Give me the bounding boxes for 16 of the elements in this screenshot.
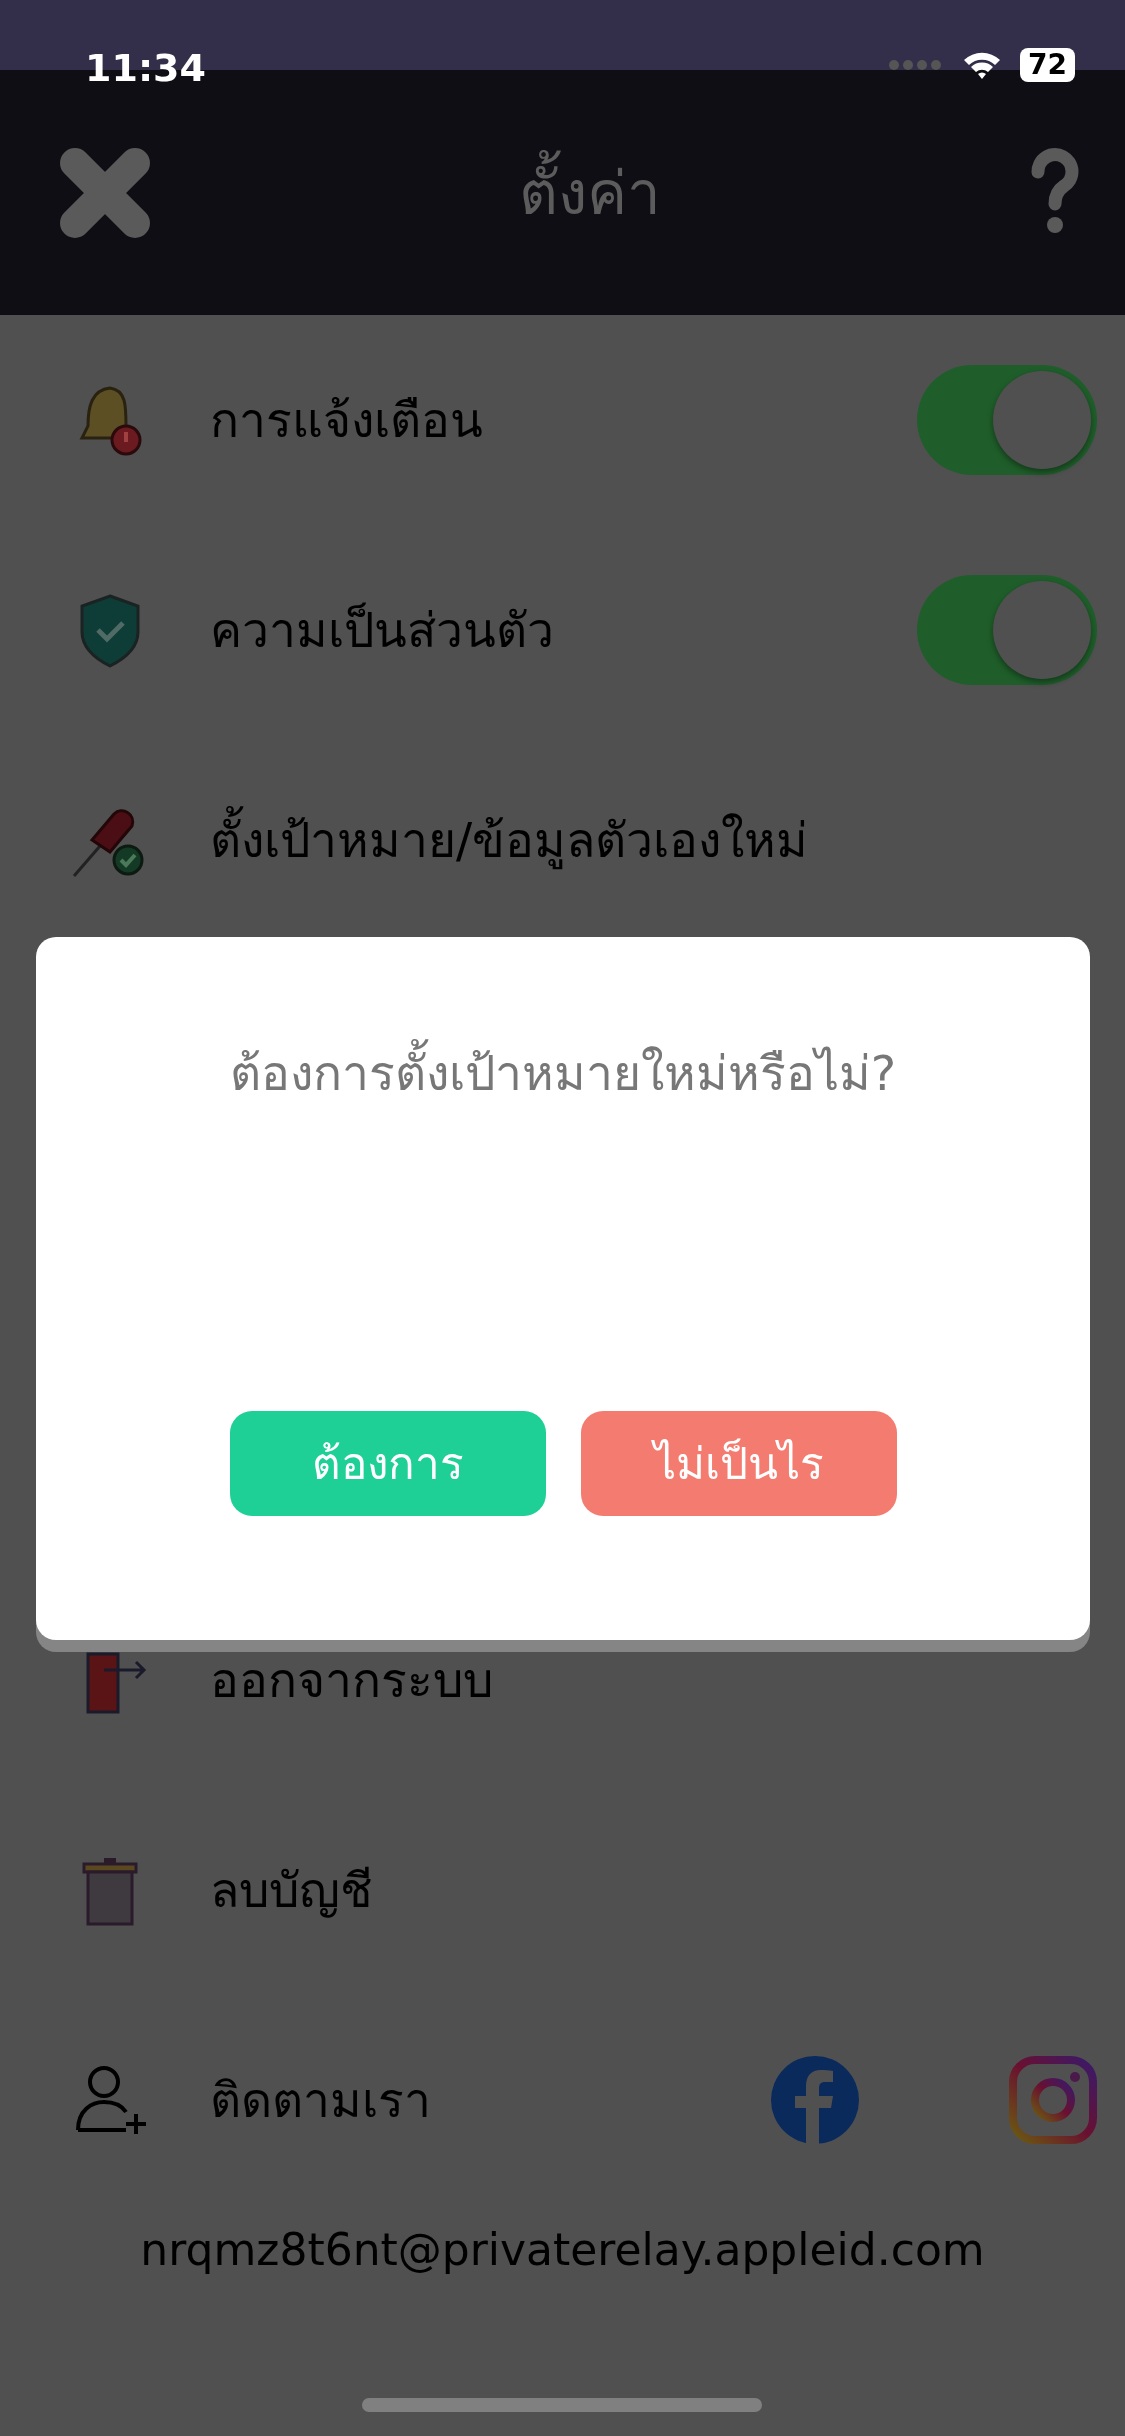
settings-link[interactable]: ออกจากระบบ [210,1644,493,1716]
battery-level: 72 [1020,48,1075,82]
setting-label: ติดตามเรา [210,2071,431,2130]
account-email: nrqmz8t6nt@privaterelay.appleid.com [140,2223,985,2277]
status-time: 11:34 [85,45,206,92]
cancel-button[interactable]: ไม่เป็นไร [580,1411,897,1516]
confirm-button[interactable]: ต้องการ [229,1411,546,1516]
setting-label: ความเป็นส่วนตัว [210,601,554,660]
setting-label: การแจ้งเตือน [210,391,483,450]
instagram-icon[interactable] [1009,2056,1097,2144]
dialog-message: ต้องการตั้งเป้าหมายใหม่หรือไม่? [229,1037,897,1109]
close-icon[interactable] [60,147,150,238]
settings-link[interactable]: ตั้งเป้าหมาย/ข้อมูลตัวเองใหม่ [210,804,809,876]
screen-title: ตั้งค่า [519,147,661,238]
facebook-icon[interactable] [771,2056,859,2144]
settings-link[interactable]: ลบบัญชี [210,1854,373,1926]
